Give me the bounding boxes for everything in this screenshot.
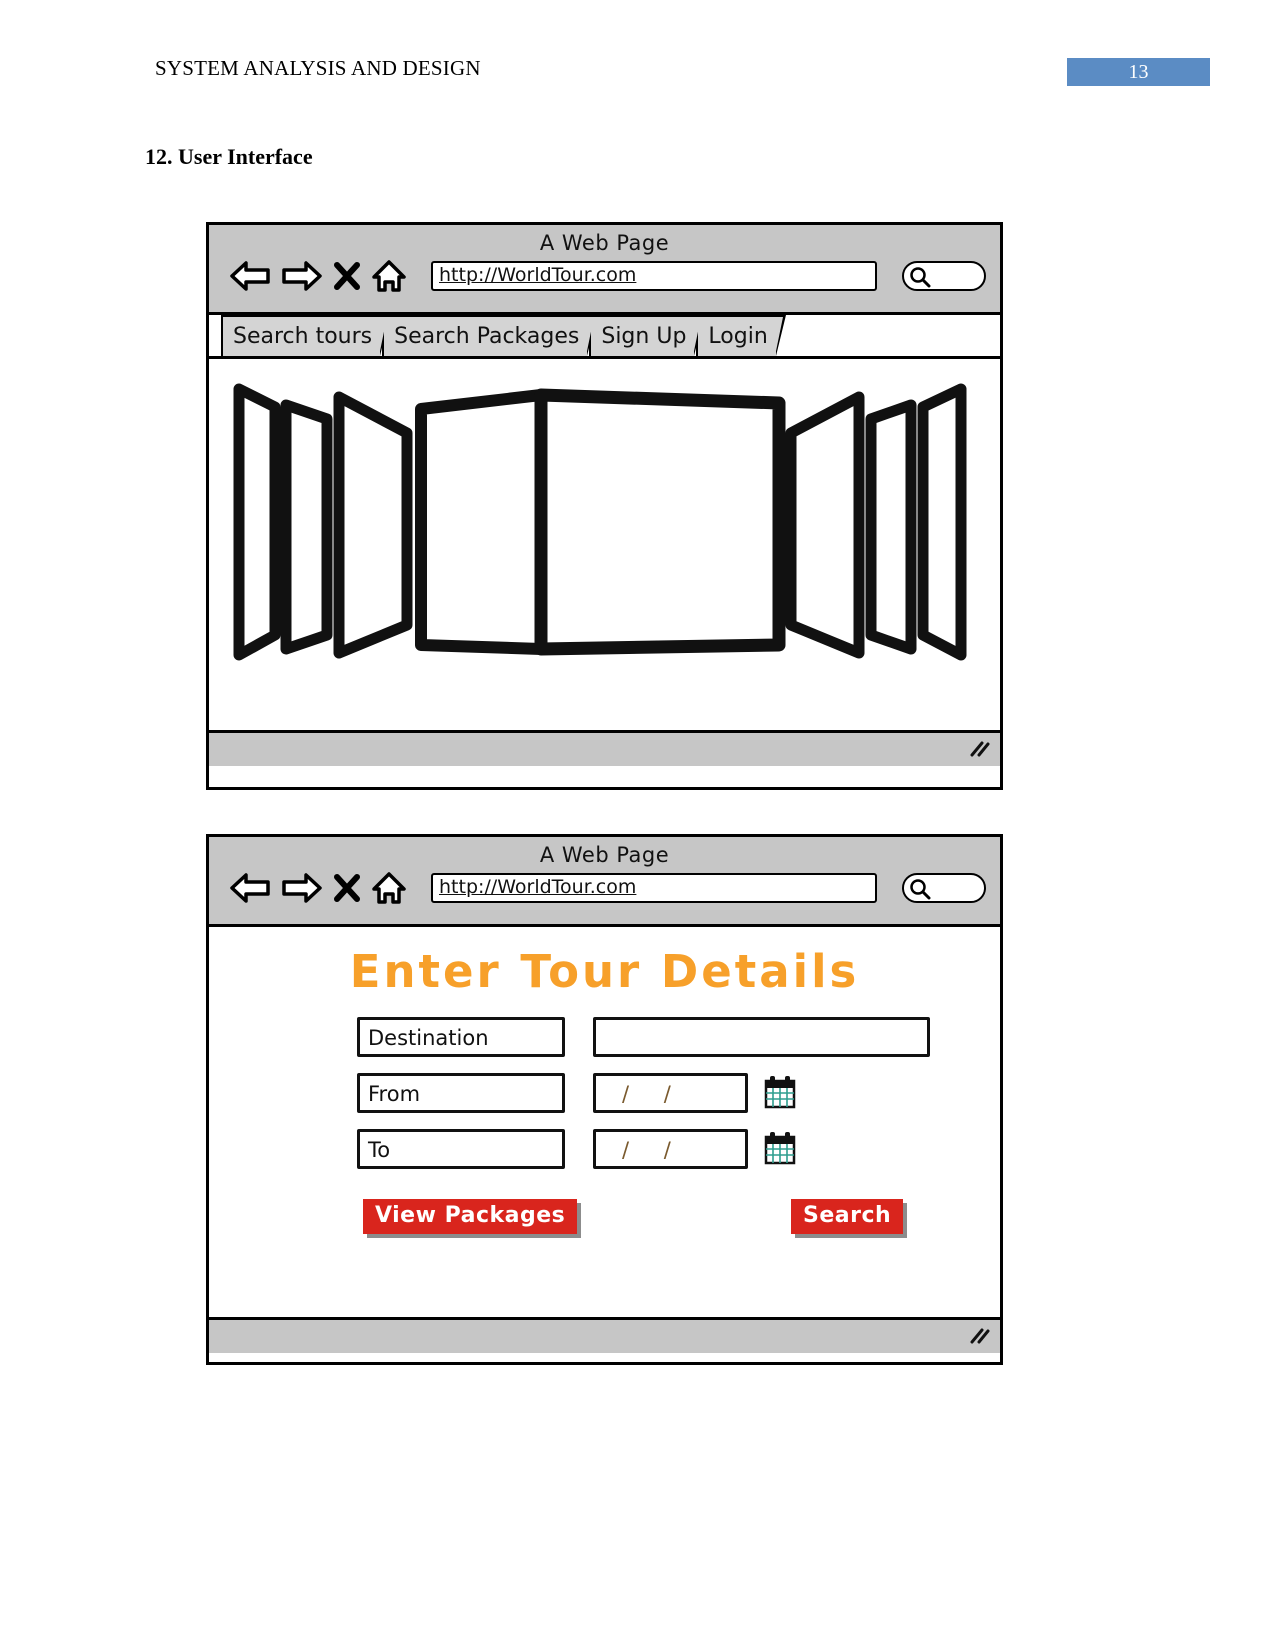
form-row-from: From / / <box>357 1073 977 1129</box>
browser-mockup-home: A Web Page http://WorldTour.com Search t… <box>206 222 1003 790</box>
tab-search-packages[interactable]: Search Packages <box>382 315 598 356</box>
url-bar-1[interactable]: http://WorldTour.com <box>431 261 877 291</box>
document-header: SYSTEM ANALYSIS AND DESIGN 13 <box>0 0 1275 110</box>
forward-arrow-icon[interactable] <box>281 260 323 292</box>
to-date-input[interactable]: / / <box>593 1129 748 1169</box>
browser-nav-icons-2 <box>229 871 407 905</box>
destination-input[interactable] <box>593 1017 930 1057</box>
tour-details-form: Destination From / / To / / View Package… <box>357 1017 977 1249</box>
browser-statusbar-1 <box>209 730 1000 766</box>
form-row-destination: Destination <box>357 1017 977 1073</box>
search-button[interactable]: Search <box>791 1199 904 1234</box>
browser-content-home <box>209 359 1000 730</box>
calendar-icon[interactable] <box>764 1075 796 1109</box>
magnifier-icon <box>909 878 931 905</box>
tab-label: Search Packages <box>394 324 580 349</box>
home-icon[interactable] <box>371 871 407 905</box>
tab-strip: Search tours Search Packages Sign Up Log… <box>209 315 1000 359</box>
forward-arrow-icon[interactable] <box>281 872 323 904</box>
browser-chrome-2: A Web Page http://WorldTour.com <box>209 837 1000 927</box>
tab-sign-up[interactable]: Sign Up <box>589 315 705 356</box>
back-arrow-icon[interactable] <box>229 872 271 904</box>
tab-label: Sign Up <box>601 324 687 349</box>
form-title: Enter Tour Details <box>349 945 860 998</box>
tab-label: Search tours <box>233 324 373 349</box>
page-number-badge: 13 <box>1067 58 1210 86</box>
document-header-title: SYSTEM ANALYSIS AND DESIGN <box>155 56 481 80</box>
tab-login[interactable]: Login <box>696 315 787 356</box>
window-title-1: A Web Page <box>539 231 670 255</box>
browser-chrome-1: A Web Page http://WorldTour.com <box>209 225 1000 315</box>
from-date-input[interactable]: / / <box>593 1073 748 1113</box>
image-carousel[interactable] <box>231 367 987 677</box>
view-packages-button[interactable]: View Packages <box>363 1199 578 1234</box>
browser-nav-icons-1 <box>229 259 407 293</box>
close-x-icon[interactable] <box>333 873 361 903</box>
back-arrow-icon[interactable] <box>229 260 271 292</box>
from-label: From <box>357 1073 565 1113</box>
browser-mockup-tour-form: A Web Page http://WorldTour.com Enter To… <box>206 834 1003 1365</box>
home-icon[interactable] <box>371 259 407 293</box>
form-row-to: To / / <box>357 1129 977 1185</box>
browser-statusbar-2 <box>209 1317 1000 1353</box>
tab-label: Login <box>708 324 768 349</box>
tab-search-tours[interactable]: Search tours <box>221 315 391 356</box>
browser-search-box-2[interactable] <box>902 873 986 903</box>
browser-content-tour-form: Enter Tour Details Destination From / / <box>209 927 1000 1317</box>
to-label: To <box>357 1129 565 1169</box>
url-bar-2[interactable]: http://WorldTour.com <box>431 873 877 903</box>
form-button-row: View Packages Search <box>357 1199 977 1249</box>
close-x-icon[interactable] <box>333 261 361 291</box>
calendar-icon[interactable] <box>764 1131 796 1165</box>
destination-label: Destination <box>357 1017 565 1057</box>
resize-grip-icon[interactable] <box>968 1326 990 1346</box>
window-title-2: A Web Page <box>539 843 670 867</box>
url-text-1: http://WorldTour.com <box>439 264 637 286</box>
from-date-value: / / <box>622 1082 685 1106</box>
magnifier-icon <box>909 266 931 293</box>
to-date-value: / / <box>622 1138 685 1162</box>
section-heading: 12. User Interface <box>145 144 313 169</box>
url-text-2: http://WorldTour.com <box>439 876 637 898</box>
browser-search-box-1[interactable] <box>902 261 986 291</box>
resize-grip-icon[interactable] <box>968 739 990 759</box>
